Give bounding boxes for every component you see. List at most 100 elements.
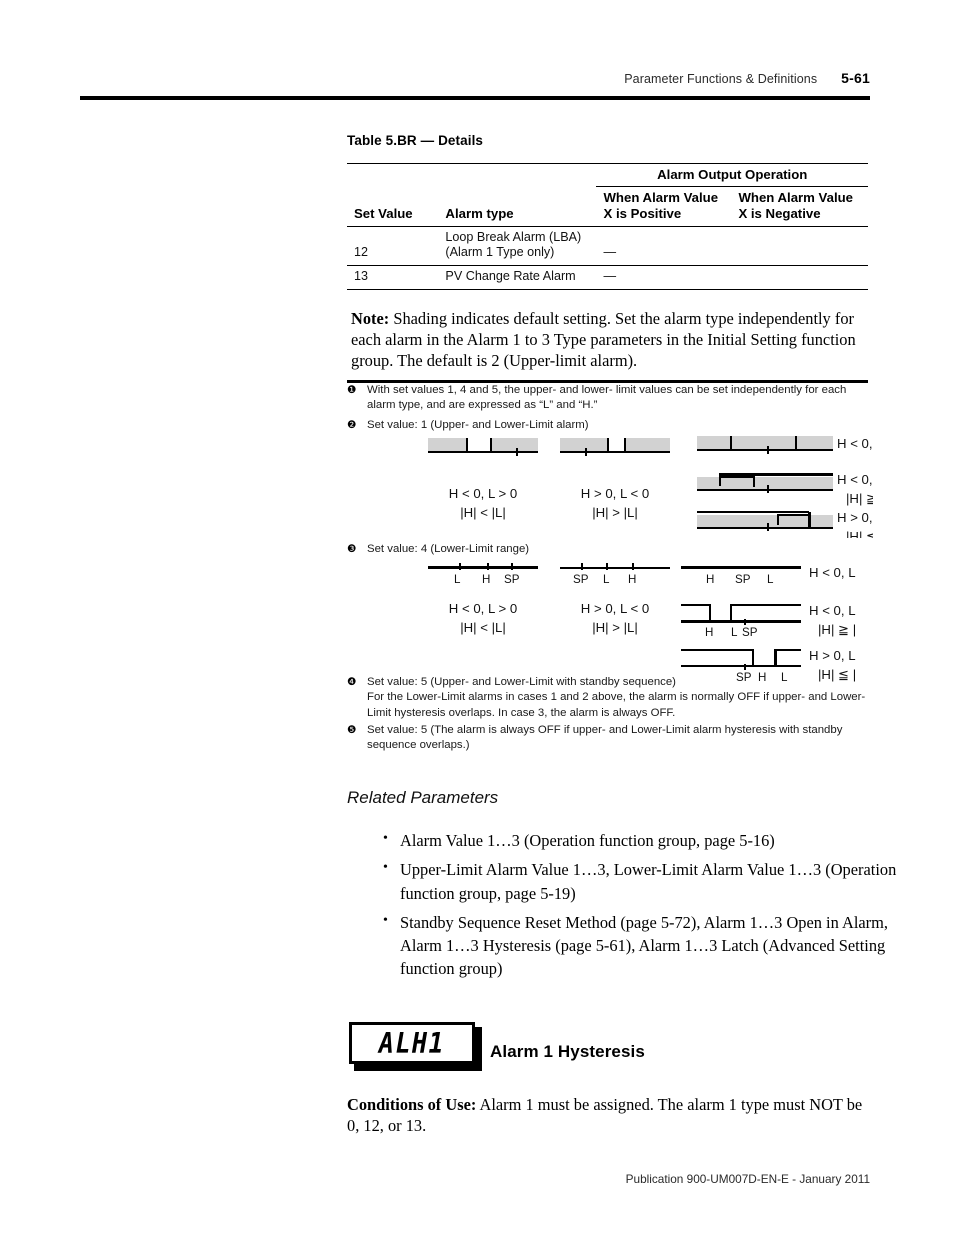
axis-line bbox=[428, 566, 538, 570]
band-shaded-region bbox=[697, 477, 833, 489]
table-header-columns-row: Set Value Alarm type When Alarm Value X … bbox=[347, 187, 868, 227]
side-label-line1: H < 0, bbox=[837, 472, 873, 487]
footnote-1-text: With set values 1, 4 and 5, the upper- a… bbox=[367, 384, 847, 412]
parameter-title: Alarm 1 Hysteresis bbox=[490, 1042, 645, 1061]
axis-tick-label: SP bbox=[573, 573, 589, 586]
band-axis bbox=[697, 449, 833, 452]
side-label-line2: |H| ≧ bbox=[846, 491, 873, 507]
table-row: 13 PV Change Rate Alarm — bbox=[347, 265, 868, 290]
band-step-top bbox=[719, 476, 754, 478]
note-label: Note: bbox=[351, 309, 390, 328]
band-tick bbox=[808, 512, 811, 527]
side-label-line1: H > 0, bbox=[837, 510, 873, 525]
header-positive-line1: When Alarm Value bbox=[603, 190, 719, 205]
footnote-4: ❹ Set value: 5 (Upper- and Lower-Limit w… bbox=[347, 675, 874, 722]
pulse-diagram: H L SP bbox=[681, 604, 801, 639]
table-header-group-row: Alarm Output Operation bbox=[347, 163, 868, 187]
band-tick bbox=[466, 438, 469, 453]
cell-alarm-type-line2: (Alarm 1 Type only) bbox=[445, 245, 555, 260]
table-caption: Table 5.BR — Details bbox=[347, 133, 484, 148]
figure-caption: H > 0, L < 0 |H| > |L| bbox=[560, 599, 670, 637]
footnote-4-line1: Set value: 5 (Upper- and Lower-Limit wit… bbox=[367, 676, 676, 688]
band-shaded-region bbox=[560, 438, 607, 451]
table-note-block: Note: Shading indicates default setting.… bbox=[347, 304, 868, 383]
footnote-4-row: ❹ Set value: 5 (Upper- and Lower-Limit w… bbox=[347, 675, 874, 721]
figure-side-label: H < 0, L bbox=[809, 563, 856, 582]
band-shaded-region bbox=[697, 515, 833, 527]
list-item: Alarm Value 1…3 (Operation function grou… bbox=[383, 829, 900, 852]
pulse-segment bbox=[681, 604, 710, 606]
figure-side-label: H < 0, bbox=[837, 434, 873, 453]
band-tick-sp bbox=[767, 485, 769, 493]
side-label-line1: H < 0, L bbox=[809, 603, 856, 618]
side-label-line1: H > 0, L bbox=[809, 648, 856, 663]
footnote-1-row: ❶ With set values 1, 4 and 5, the upper-… bbox=[347, 383, 874, 414]
table-note-text: Note: Shading indicates default setting.… bbox=[351, 308, 864, 371]
band-axis bbox=[697, 527, 833, 530]
page-running-header: Parameter Functions & Definitions 5-61 bbox=[80, 70, 870, 86]
cell-when-negative bbox=[731, 226, 868, 267]
footnote-3-text: Set value: 4 (Lower-Limit range) bbox=[367, 543, 530, 555]
figure-setvalue4-case2: SP L H H > 0, L < 0 |H| > |L| bbox=[560, 563, 670, 637]
axis-tick-label: H bbox=[705, 626, 714, 639]
figure-caption-line1: H < 0, L > 0 bbox=[448, 601, 518, 616]
band-shaded-region bbox=[428, 438, 466, 451]
side-label-line2: |H| ≧ | bbox=[818, 622, 857, 638]
footnote-marker-3-icon: ❸ bbox=[347, 543, 357, 555]
band-axis bbox=[560, 451, 670, 454]
lcd-display-code: ALH1 bbox=[378, 1026, 446, 1060]
cell-alarm-type: PV Change Rate Alarm bbox=[438, 265, 597, 290]
figure-caption-line2: |H| < |L| bbox=[460, 620, 506, 636]
axis-tick-label: SP bbox=[735, 573, 751, 586]
axis-tick bbox=[632, 563, 634, 570]
header-spacer-alarmtype bbox=[438, 163, 597, 187]
table-header-when-negative: When Alarm Value X is Negative bbox=[731, 187, 868, 227]
related-parameters-heading: Related Parameters bbox=[347, 788, 499, 807]
table-header-alarm-output-operation: Alarm Output Operation bbox=[596, 163, 868, 187]
header-positive-line2: X is Positive bbox=[603, 205, 682, 221]
axis-diagram: H SP L bbox=[681, 566, 801, 590]
band-step-top bbox=[777, 514, 810, 516]
footnote-3-row: ❸ Set value: 4 (Lower-Limit range) bbox=[347, 542, 874, 558]
cell-set-value: 12 bbox=[347, 226, 439, 267]
pulse-baseline bbox=[681, 665, 801, 667]
axis-tick bbox=[487, 563, 489, 570]
band-tick-sp bbox=[767, 523, 769, 531]
footnote-5: ❺ Set value: 5 (The alarm is always OFF … bbox=[347, 723, 874, 755]
axis-tick bbox=[606, 563, 608, 570]
pulse-diagram: SP H L bbox=[681, 649, 801, 684]
axis-tick-label: L bbox=[767, 573, 774, 586]
axis-tick-label: H bbox=[628, 573, 637, 586]
figure-caption-line2: |H| > |L| bbox=[592, 505, 638, 521]
band-tick-sp bbox=[516, 448, 518, 456]
axis-tick bbox=[511, 563, 513, 570]
conditions-of-use: Conditions of Use: Alarm 1 must be assig… bbox=[347, 1094, 872, 1137]
footnote-5-row: ❺ Set value: 5 (The alarm is always OFF … bbox=[347, 723, 874, 754]
note-body: Shading indicates default setting. Set t… bbox=[351, 309, 856, 370]
footnote-marker-2-icon: ❷ bbox=[347, 419, 357, 431]
cell-when-negative bbox=[731, 265, 868, 290]
axis-tick bbox=[459, 563, 461, 570]
band-shaded-region bbox=[490, 438, 538, 451]
cell-alarm-type-line1: Loop Break Alarm (LBA) bbox=[445, 229, 582, 244]
band-shaded-region bbox=[624, 438, 670, 451]
band-tick-sp bbox=[767, 446, 769, 454]
footnote-marker-5-icon: ❺ bbox=[347, 724, 357, 736]
footnote-1: ❶ With set values 1, 4 and 5, the upper-… bbox=[347, 383, 874, 415]
list-item: Standby Sequence Reset Method (page 5-72… bbox=[383, 911, 900, 981]
table-header-set-value: Set Value bbox=[354, 205, 413, 221]
figure-caption: H > 0, L < 0 |H| > |L| bbox=[560, 484, 670, 522]
band-tick bbox=[777, 514, 779, 525]
header-spacer-setvalue bbox=[347, 163, 439, 187]
pulse-segment bbox=[730, 604, 801, 606]
conditions-label: Conditions of Use: bbox=[347, 1095, 477, 1114]
figure-side-label: H < 0, |H| ≧ bbox=[837, 470, 873, 508]
figure-caption-line2: |H| < |L| bbox=[460, 505, 506, 521]
axis-diagram: L H SP bbox=[428, 563, 538, 590]
band-tick bbox=[490, 438, 493, 453]
band-diagram bbox=[697, 473, 833, 493]
figure-setvalue1-case1: H < 0, L > 0 |H| < |L| bbox=[428, 438, 538, 522]
figure-caption-line1: H < 0, L > 0 bbox=[448, 486, 518, 501]
list-item: Upper-Limit Alarm Value 1…3, Lower-Limit… bbox=[383, 858, 900, 905]
band-diagram bbox=[697, 511, 833, 531]
